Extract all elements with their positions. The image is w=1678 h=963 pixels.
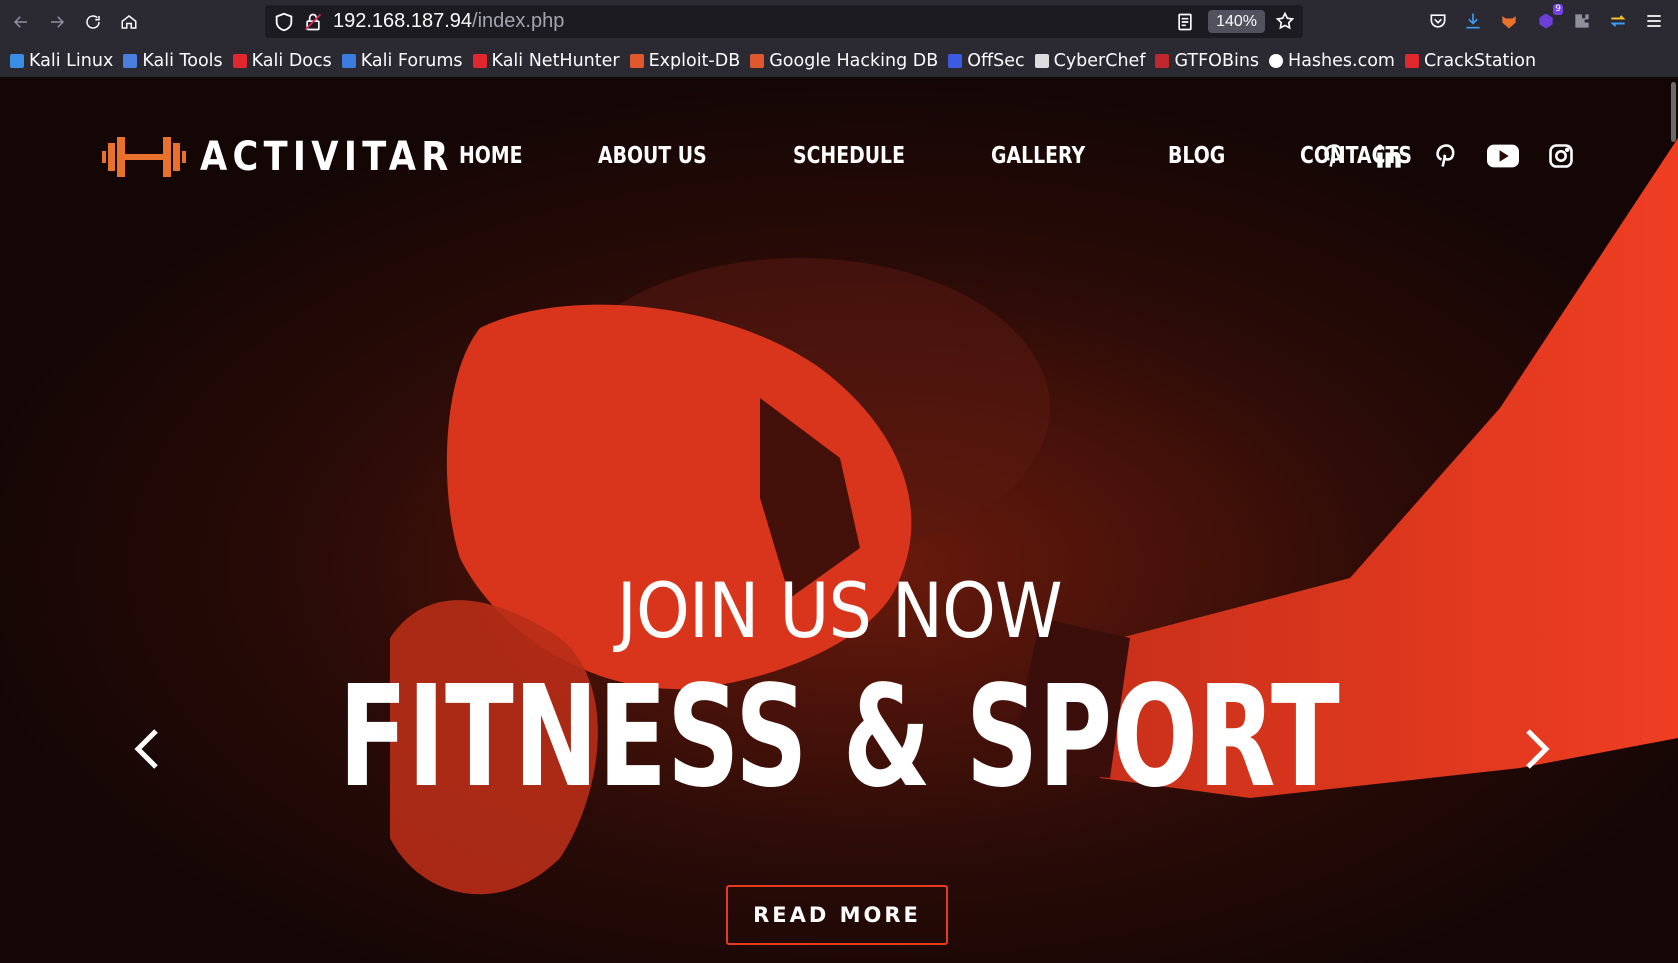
linkedin-icon[interactable] (1374, 141, 1404, 171)
bookmark-label: GTFOBins (1174, 50, 1260, 71)
bookmark-label: CrackStation (1423, 50, 1537, 71)
browser-toolbar: 192.168.187.94/index.php 140% 9 (0, 0, 1678, 44)
nav-about-us[interactable]: ABOUT US (598, 143, 707, 169)
gtfobins-icon (1155, 53, 1170, 68)
bookmark-label: Kali NetHunter (491, 50, 620, 71)
back-button[interactable] (6, 7, 36, 37)
bookmark-label: Kali Docs (251, 50, 332, 71)
pocket-icon (1430, 14, 1446, 28)
bookmark-offsec[interactable]: OffSec (948, 50, 1025, 71)
web-page-viewport: ACTIVITAR HOME ABOUT US SCHEDULE GALLERY… (0, 78, 1678, 963)
fox-extension-icon (1502, 16, 1516, 29)
slider-next-arrow-icon[interactable] (1518, 716, 1558, 782)
bookmark-label: OffSec (967, 50, 1025, 71)
bookmark-kali-tools[interactable]: Kali Tools (123, 50, 223, 71)
bookmark-hashes[interactable]: Hashes.com (1269, 51, 1395, 71)
youtube-icon[interactable] (1486, 141, 1520, 171)
hashes-icon (1269, 53, 1284, 68)
forward-arrow-icon (51, 16, 65, 28)
puzzle-extension-icon (1575, 14, 1589, 28)
extension-foxyproxy-button[interactable] (1498, 10, 1520, 32)
nethunter-icon (472, 53, 487, 68)
nav-schedule[interactable]: SCHEDULE (793, 143, 905, 169)
crackstation-icon (1404, 53, 1419, 68)
extension-badge-button[interactable]: 9 (1535, 4, 1563, 32)
pinterest-icon[interactable] (1430, 141, 1460, 171)
url-bar[interactable]: 192.168.187.94/index.php 140% (265, 5, 1303, 38)
pinterest-icon[interactable] (1318, 141, 1348, 171)
bookmark-label: CyberChef (1053, 50, 1146, 71)
bookmark-kali-nethunter[interactable]: Kali NetHunter (472, 50, 620, 71)
extension-badge-count: 9 (1553, 4, 1563, 15)
back-arrow-icon (13, 16, 27, 28)
home-icon (121, 15, 137, 29)
kali-dragon-icon (10, 53, 24, 68)
bookmark-crackstation[interactable]: CrackStation (1404, 50, 1537, 71)
tracking-shield-icon[interactable] (273, 11, 295, 33)
nav-home[interactable]: HOME (459, 143, 522, 169)
hero-background-image (0, 78, 1678, 963)
reload-button[interactable] (78, 7, 108, 37)
bookmark-exploit-db[interactable]: Exploit-DB (629, 50, 741, 71)
kali-forums-icon (341, 53, 356, 68)
page-scrollbar[interactable] (1671, 82, 1676, 142)
reload-icon (86, 15, 100, 29)
bookmark-kali-docs[interactable]: Kali Docs (232, 50, 332, 71)
instagram-icon[interactable] (1546, 141, 1576, 171)
bookmark-label: Kali Tools (142, 50, 223, 71)
bookmark-star-icon[interactable] (1275, 11, 1295, 31)
extension-sync-button[interactable] (1607, 10, 1629, 32)
bookmark-label: Kali Forums (360, 50, 463, 71)
bookmark-label: Hashes.com (1288, 50, 1395, 71)
bookmarks-toolbar: Kali Linux Kali Tools Kali Docs Kali For… (0, 44, 1678, 78)
hero-headline-text: FITNESS & SPORT (338, 656, 1340, 819)
exploit-db-icon (629, 53, 644, 68)
reader-view-icon[interactable] (1175, 12, 1195, 32)
bookmark-google-hacking-db[interactable]: Google Hacking DB (750, 51, 938, 71)
bookmark-gtfobins[interactable]: GTFOBins (1155, 51, 1259, 71)
sync-extension-icon (1610, 15, 1626, 27)
url-host: 192.168.187.94 (333, 10, 473, 32)
hero-kicker: JOIN US NOW (0, 566, 1678, 655)
bookmark-label: Kali Linux (29, 50, 114, 71)
slider-prev-arrow-icon[interactable] (126, 716, 166, 782)
bookmark-label: Google Hacking DB (769, 50, 939, 71)
kali-tools-icon (123, 53, 138, 68)
dumbbell-logo-icon (102, 137, 186, 177)
read-more-button[interactable]: READ MORE (726, 885, 948, 945)
hero-headline: FITNESS & SPORT (0, 658, 1678, 818)
forward-button[interactable] (42, 7, 72, 37)
hamburger-menu-icon (1647, 15, 1661, 27)
site-logo[interactable]: ACTIVITAR (102, 134, 488, 180)
extension-puzzle-button[interactable] (1571, 10, 1593, 32)
downloads-button[interactable] (1462, 10, 1484, 32)
kali-docs-icon (232, 53, 247, 68)
bookmark-kali-forums[interactable]: Kali Forums (341, 50, 463, 71)
hero-kicker-text: JOIN US NOW (616, 566, 1062, 655)
nav-gallery[interactable]: GALLERY (991, 143, 1085, 169)
social-links (1318, 134, 1602, 178)
bookmark-kali-linux[interactable]: Kali Linux (10, 51, 113, 71)
zoom-level-button[interactable]: 140% (1208, 10, 1265, 33)
app-menu-button[interactable] (1643, 10, 1665, 32)
cyberchef-icon (1034, 53, 1049, 68)
offsec-icon (948, 53, 963, 68)
bookmark-label: Exploit-DB (648, 50, 741, 71)
insecure-lock-icon[interactable] (303, 12, 323, 32)
nav-blog[interactable]: BLOG (1168, 143, 1225, 169)
logo-text: ACTIVITAR (200, 134, 454, 180)
ghdb-icon (750, 53, 765, 68)
home-button[interactable] (114, 7, 144, 37)
bookmark-cyberchef[interactable]: CyberChef (1034, 50, 1146, 71)
url-path: /index.php (472, 10, 565, 32)
pocket-button[interactable] (1427, 10, 1449, 32)
download-icon (1466, 13, 1480, 29)
